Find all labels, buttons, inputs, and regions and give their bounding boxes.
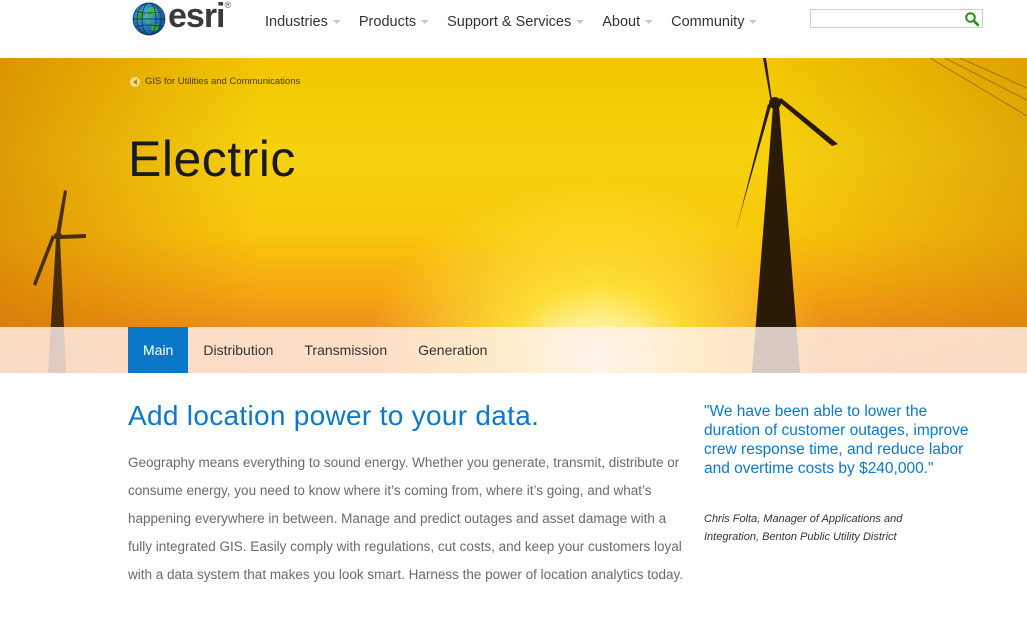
search-button[interactable]	[964, 11, 980, 27]
search-icon	[965, 12, 980, 27]
search-box	[810, 9, 983, 28]
nav-item-community[interactable]: Community	[671, 14, 758, 30]
tab-transmission[interactable]: Transmission	[289, 327, 403, 373]
nav-item-label: Products	[358, 14, 417, 30]
testimonial-quote: "We have been able to lower the duration…	[704, 403, 969, 477]
breadcrumb[interactable]: GIS for Utilities and Communications	[130, 76, 300, 87]
chevron-left-icon	[130, 76, 140, 87]
caret-down-icon	[749, 20, 758, 24]
nav-item-label: About	[602, 14, 641, 30]
section-heading: Add location power to your data.	[128, 400, 540, 431]
search-input[interactable]	[811, 10, 961, 27]
globe-icon	[132, 2, 166, 36]
nav-item-label: Industries	[265, 14, 328, 30]
site-header: esri ® Industries Products Support & Ser…	[0, 0, 1027, 58]
tab-main[interactable]: Main	[128, 327, 189, 373]
logo-wordmark: esri	[168, 0, 225, 35]
nav-item-label: Support & Services	[447, 14, 572, 30]
testimonial-author: Chris Folta, Manager of Applications and…	[704, 513, 903, 543]
page-title: Electric	[128, 131, 296, 187]
nav-item-products[interactable]: Products	[358, 14, 430, 30]
caret-down-icon	[576, 20, 585, 24]
breadcrumb-link[interactable]: GIS for Utilities and Communications	[145, 76, 300, 87]
hero-banner: GIS for Utilities and Communications Ele…	[0, 58, 1027, 373]
nav-item-support-services[interactable]: Support & Services	[447, 14, 585, 30]
registered-mark: ®	[224, 0, 232, 10]
caret-down-icon	[332, 20, 341, 24]
section-body: Geography means everything to sound ener…	[128, 455, 684, 582]
wind-turbines-image	[33, 58, 1027, 373]
main-nav: Industries Products Support & Services A…	[265, 14, 775, 30]
tabs: Main Distribution Transmission Generatio…	[128, 327, 503, 373]
tab-distribution[interactable]: Distribution	[188, 327, 289, 373]
tab-bar: Main Distribution Transmission Generatio…	[0, 327, 1027, 373]
caret-down-icon	[421, 20, 430, 24]
caret-down-icon	[645, 20, 654, 24]
esri-logo[interactable]: esri ®	[132, 0, 232, 36]
nav-item-industries[interactable]: Industries	[265, 14, 341, 30]
nav-item-about[interactable]: About	[602, 14, 654, 30]
nav-item-label: Community	[671, 14, 745, 30]
tab-generation[interactable]: Generation	[403, 327, 503, 373]
